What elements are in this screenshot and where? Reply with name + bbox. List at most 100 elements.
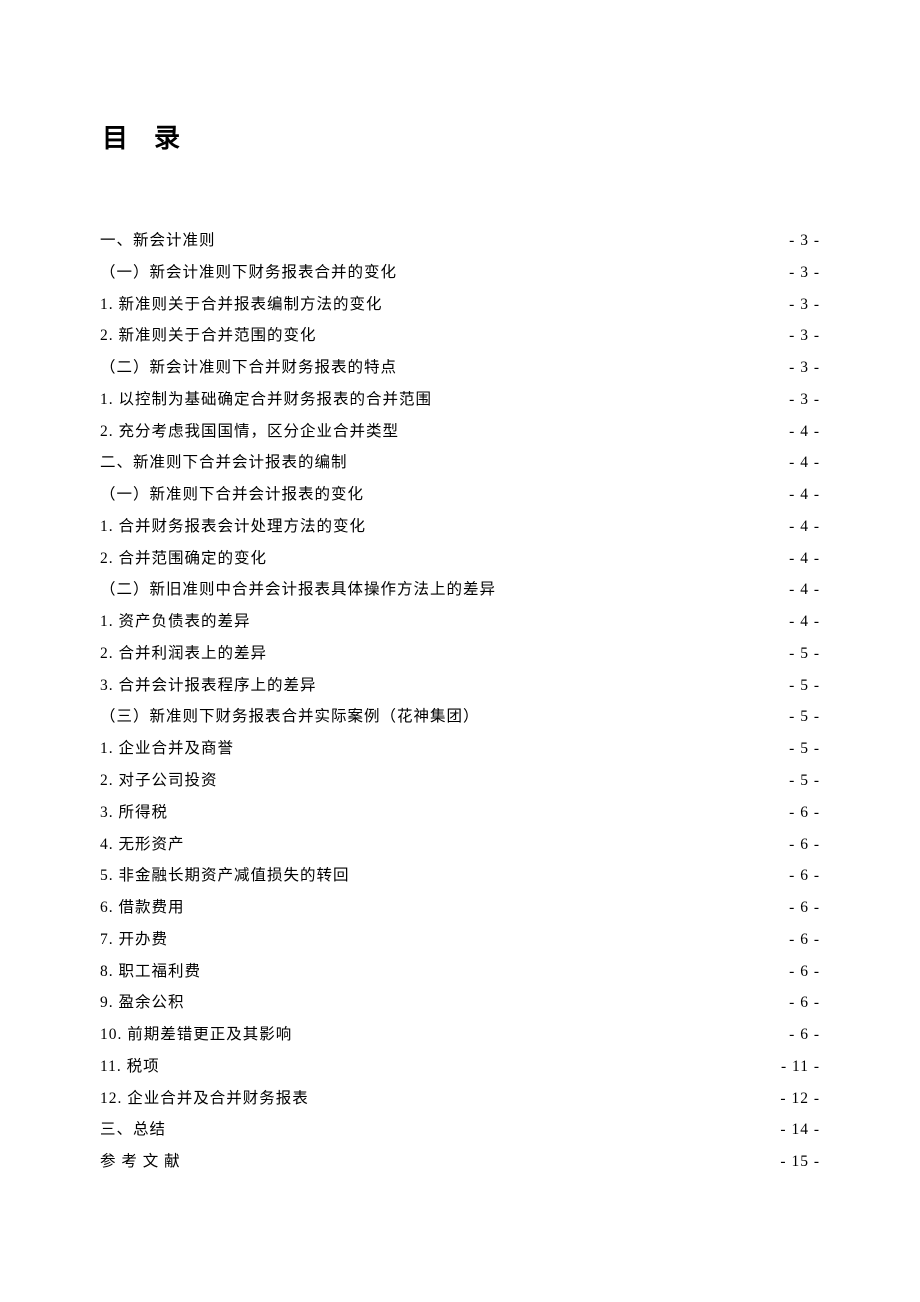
toc-entry-label: 1. 资产负债表的差异 (100, 606, 251, 638)
toc-entry: （二）新会计准则下合并财务报表的特点 - 3 - (100, 352, 820, 384)
toc-entry-label: 1. 合并财务报表会计处理方法的变化 (100, 511, 366, 543)
toc-entry-page: - 5 - (764, 670, 820, 702)
toc-entry-page: - 3 - (764, 225, 820, 257)
toc-entry-label: 10. 前期差错更正及其影响 (100, 1019, 292, 1051)
toc-entry: 11. 税项 - 11 - (100, 1051, 820, 1083)
toc-entry-page: - 6 - (764, 860, 820, 892)
toc-entry: 1. 资产负债表的差异 - 4 - (100, 606, 820, 638)
toc-leader-dots (269, 547, 762, 563)
toc-leader-dots (368, 515, 762, 531)
toc-leader-dots (434, 388, 762, 404)
toc-entry: 2. 充分考虑我国国情，区分企业合并类型 - 4 - (100, 416, 820, 448)
toc-entry: 2. 新准则关于合并范围的变化 - 3 - (100, 320, 820, 352)
toc-entry-page: - 6 - (764, 797, 820, 829)
toc-entry-page: - 3 - (764, 352, 820, 384)
toc-entry: 4. 无形资产 - 6 - (100, 829, 820, 861)
toc-entry: 2. 合并利润表上的差异 - 5 - (100, 638, 820, 670)
toc-entry-label: 3. 合并会计报表程序上的差异 (100, 670, 317, 702)
toc-entry-page: - 12 - (764, 1083, 820, 1115)
toc-entry-page: - 5 - (764, 765, 820, 797)
toc-leader-dots (187, 897, 762, 913)
toc-entry: 1. 企业合并及商誉 - 5 - (100, 733, 820, 765)
toc-entry-label: 2. 对子公司投资 (100, 765, 218, 797)
toc-leader-dots (187, 833, 762, 849)
toc-leader-dots (220, 770, 762, 786)
toc-leader-dots (162, 1055, 762, 1071)
toc-entry-page: - 5 - (764, 638, 820, 670)
toc-entry-page: - 4 - (764, 479, 820, 511)
toc-entry: 三、总结 - 14 - (100, 1114, 820, 1146)
toc-entry-page: - 3 - (764, 289, 820, 321)
toc-leader-dots (319, 674, 762, 690)
toc-entry-label: 参 考 文 献 (100, 1146, 181, 1178)
toc-entry-label: 一、新会计准则 (100, 225, 216, 257)
toc-leader-dots (319, 325, 762, 341)
toc-entry-page: - 15 - (764, 1146, 820, 1178)
toc-leader-dots (170, 928, 762, 944)
toc-entry-label: 12. 企业合并及合并财务报表 (100, 1083, 309, 1115)
toc-title: 目录 (102, 118, 820, 155)
toc-leader-dots (401, 420, 762, 436)
toc-entry: 1. 合并财务报表会计处理方法的变化 - 4 - (100, 511, 820, 543)
toc-entry-page: - 11 - (764, 1051, 820, 1083)
toc-entry: 7. 开办费 - 6 - (100, 924, 820, 956)
toc-entry-page: - 5 - (764, 701, 820, 733)
toc-entry-label: 2. 新准则关于合并范围的变化 (100, 320, 317, 352)
toc-leader-dots (218, 230, 762, 246)
toc-leader-dots (352, 865, 762, 881)
toc-entry: （二）新旧准则中合并会计报表具体操作方法上的差异 - 4 - (100, 574, 820, 606)
toc-entry-label: （三）新准则下财务报表合并实际案例（花神集团） (100, 701, 480, 733)
toc-entry-label: （二）新旧准则中合并会计报表具体操作方法上的差异 (100, 574, 496, 606)
toc-entry-page: - 6 - (764, 924, 820, 956)
toc-leader-dots (399, 261, 762, 277)
toc-leader-dots (399, 357, 762, 373)
toc-leader-dots (170, 801, 762, 817)
toc-entry-label: 2. 合并范围确定的变化 (100, 543, 267, 575)
toc-entry: 9. 盈余公积 - 6 - (100, 987, 820, 1019)
toc-entry-label: 6. 借款费用 (100, 892, 185, 924)
toc-entry-page: - 4 - (764, 416, 820, 448)
toc-leader-dots (203, 960, 762, 976)
toc-entry-label: 3. 所得税 (100, 797, 168, 829)
toc-entry: 2. 对子公司投资 - 5 - (100, 765, 820, 797)
toc-entry-page: - 14 - (764, 1114, 820, 1146)
toc-entry: 二、新准则下合并会计报表的编制- 4 - (100, 447, 820, 479)
toc-list: 一、新会计准则- 3 -（一）新会计准则下财务报表合并的变化 - 3 -1. 新… (100, 225, 820, 1178)
toc-entry-label: （二）新会计准则下合并财务报表的特点 (100, 352, 397, 384)
toc-entry-label: 2. 充分考虑我国国情，区分企业合并类型 (100, 416, 399, 448)
toc-entry-page: - 3 - (764, 257, 820, 289)
toc-entry: （一）新会计准则下财务报表合并的变化 - 3 - (100, 257, 820, 289)
toc-leader-dots (350, 452, 762, 468)
toc-entry-page: - 3 - (764, 384, 820, 416)
toc-entry-label: 二、新准则下合并会计报表的编制 (100, 447, 348, 479)
toc-entry-label: 5. 非金融长期资产减值损失的转回 (100, 860, 350, 892)
toc-leader-dots (168, 1119, 762, 1135)
toc-leader-dots (294, 1024, 762, 1040)
toc-entry-label: 7. 开办费 (100, 924, 168, 956)
toc-entry-page: - 3 - (764, 320, 820, 352)
toc-entry: 3. 所得税 - 6 - (100, 797, 820, 829)
toc-entry: （一）新准则下合并会计报表的变化 - 4 - (100, 479, 820, 511)
toc-entry: 5. 非金融长期资产减值损失的转回 - 6 - (100, 860, 820, 892)
toc-entry-label: 1. 以控制为基础确定合并财务报表的合并范围 (100, 384, 432, 416)
toc-entry: 12. 企业合并及合并财务报表 - 12 - (100, 1083, 820, 1115)
toc-entry-label: 三、总结 (100, 1114, 166, 1146)
toc-entry: 3. 合并会计报表程序上的差异 - 5 - (100, 670, 820, 702)
toc-entry-label: 8. 职工福利费 (100, 956, 201, 988)
toc-entry-label: 1. 企业合并及商誉 (100, 733, 234, 765)
toc-entry-page: - 5 - (764, 733, 820, 765)
toc-entry: 8. 职工福利费 - 6 - (100, 956, 820, 988)
toc-entry: 2. 合并范围确定的变化 - 4 - (100, 543, 820, 575)
document-page: 目录 一、新会计准则- 3 -（一）新会计准则下财务报表合并的变化 - 3 -1… (0, 0, 920, 1278)
toc-entry: （三）新准则下财务报表合并实际案例（花神集团） - 5 - (100, 701, 820, 733)
toc-entry-page: - 4 - (764, 574, 820, 606)
toc-leader-dots (482, 706, 762, 722)
toc-entry-label: 1. 新准则关于合并报表编制方法的变化 (100, 289, 383, 321)
toc-entry-page: - 6 - (764, 956, 820, 988)
toc-entry: 10. 前期差错更正及其影响 - 6 - (100, 1019, 820, 1051)
toc-entry: 1. 新准则关于合并报表编制方法的变化 - 3 - (100, 289, 820, 321)
toc-leader-dots (236, 738, 762, 754)
toc-entry-page: - 6 - (764, 987, 820, 1019)
toc-leader-dots (366, 484, 762, 500)
toc-leader-dots (385, 293, 762, 309)
